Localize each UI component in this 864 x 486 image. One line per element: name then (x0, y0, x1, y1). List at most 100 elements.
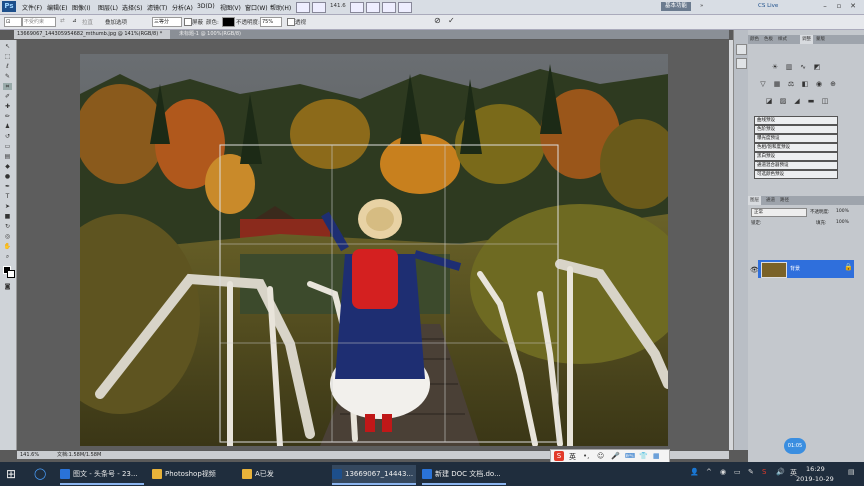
ime-toolbox-icon[interactable]: ▦ (653, 452, 660, 460)
menu-view[interactable]: 视图(V) (220, 3, 241, 12)
zoom-tool-icon[interactable]: ⌕ (3, 253, 12, 260)
healing-tool-icon[interactable]: ✚ (3, 103, 12, 110)
floating-timer-badge[interactable]: 01:05 (784, 438, 806, 454)
blur-tool-icon[interactable]: ◆ (3, 163, 12, 170)
ime-keyboard-icon[interactable]: ⌨ (625, 452, 635, 460)
straighten-label[interactable]: 拉直 (82, 18, 93, 26)
fill-value[interactable]: 100% (836, 220, 849, 225)
3d-rotate-tool-icon[interactable]: ↻ (3, 223, 12, 230)
path-select-tool-icon[interactable]: ➤ (3, 203, 12, 210)
quick-mask-icon[interactable]: ◙ (3, 283, 12, 290)
tray-sogou-icon[interactable]: S (762, 468, 766, 476)
menu-edit[interactable]: 编辑(E) (47, 3, 67, 12)
gradient-tool-icon[interactable]: ▤ (3, 153, 12, 160)
ratio-select[interactable]: 不受约束 (22, 17, 56, 27)
bridge-icon[interactable] (296, 2, 310, 13)
straighten-icon[interactable]: ⊿ (72, 18, 77, 24)
tab-paths[interactable]: 路径 (778, 196, 791, 205)
shield-checkbox[interactable] (184, 18, 192, 26)
invert-icon[interactable]: ◪ (764, 97, 774, 106)
cs-live-label[interactable]: CS Live (758, 3, 778, 9)
menu-filter[interactable]: 滤镜(T) (147, 3, 167, 12)
hand-tool-icon[interactable]: ✋ (3, 243, 12, 250)
preset-hue-sat[interactable]: 色相/饱和度预设 (754, 143, 838, 152)
menu-select[interactable]: 选择(S) (122, 3, 143, 12)
notification-icon[interactable]: ▤ (848, 468, 855, 476)
quick-select-tool-icon[interactable]: ✎ (3, 73, 12, 80)
color-balance-icon[interactable]: ⚖ (786, 80, 796, 89)
brightness-icon[interactable]: ☀ (770, 63, 780, 72)
posterize-icon[interactable]: ▨ (778, 97, 788, 106)
swap-icon[interactable]: ⇄ (60, 18, 65, 24)
sogou-logo-icon[interactable]: S (554, 451, 564, 461)
taskbar-item-photoshop[interactable]: 13669067_14443... (332, 465, 416, 485)
eyedropper-tool-icon[interactable]: ✐ (3, 93, 12, 100)
exposure-icon[interactable]: ◩ (812, 63, 822, 72)
perspective-checkbox[interactable] (287, 18, 295, 26)
taskbar-item-folder-ps[interactable]: Photoshop视频 (152, 465, 232, 483)
preset-curves[interactable]: 曲线预设 (754, 116, 838, 125)
preset-levels[interactable]: 色阶预设 (754, 125, 838, 134)
menu-window[interactable]: 窗口(W) (245, 3, 268, 12)
shield-color-swatch[interactable] (222, 17, 235, 27)
eraser-tool-icon[interactable]: ▭ (3, 143, 12, 150)
pen-tool-icon[interactable]: ✒ (3, 183, 12, 190)
tab-styles[interactable]: 样式 (776, 35, 789, 44)
photo-filter-icon[interactable]: ◉ (814, 80, 824, 89)
marquee-tool-icon[interactable]: ⬚ (3, 53, 12, 60)
channel-mixer-icon[interactable]: ⊕ (828, 80, 838, 89)
preset-black-white[interactable]: 黑白预设 (754, 152, 838, 161)
layer-opacity-value[interactable]: 100% (836, 209, 849, 214)
ime-emoji-icon[interactable]: ☺ (597, 452, 604, 460)
tab-swatches[interactable]: 色板 (762, 35, 775, 44)
menu-image[interactable]: 图像(I) (72, 3, 90, 12)
selective-color-icon[interactable]: ◫ (820, 97, 830, 106)
levels-icon[interactable]: ▥ (784, 63, 794, 72)
menu-help[interactable]: 帮助(H) (270, 3, 291, 12)
tray-people-icon[interactable]: 👤 (690, 468, 699, 476)
status-zoom[interactable]: 141.6% (20, 451, 39, 459)
taskbar-item-word[interactable]: 新建 DOC 文档.do... (422, 465, 506, 485)
gradient-map-icon[interactable]: ▬ (806, 97, 816, 106)
shape-tool-icon[interactable]: ■ (3, 213, 12, 220)
background-color-swatch[interactable] (7, 270, 15, 278)
type-tool-icon[interactable]: T (3, 193, 12, 200)
menu-analysis[interactable]: 分析(A) (172, 3, 193, 12)
stamp-tool-icon[interactable]: ♟ (3, 123, 12, 130)
tab-document-1[interactable]: 13669067_1443059546​82_mthumb.jpg @ 141%… (14, 30, 170, 39)
clock-date[interactable]: 2019-10-29 (796, 475, 834, 483)
opacity-input[interactable]: 75% (260, 17, 282, 27)
overlay-select[interactable]: 三等分 (152, 17, 182, 27)
cortana-search-icon[interactable]: ◯ (34, 465, 46, 483)
tray-volume-icon[interactable]: 🔊 (776, 468, 785, 476)
history-panel-icon[interactable] (736, 44, 747, 55)
vibrance-icon[interactable]: ▽ (758, 80, 768, 89)
tab-masks[interactable]: 蒙版 (814, 35, 827, 44)
hue-sat-icon[interactable]: ▦ (772, 80, 782, 89)
blend-mode-select[interactable]: 正常 (751, 208, 807, 217)
tab-channels[interactable]: 通道 (764, 196, 777, 205)
close-icon[interactable]: ✕ (848, 2, 858, 11)
tray-tool-icon[interactable]: ✎ (748, 468, 754, 476)
move-tool-icon[interactable]: ↖ (3, 43, 12, 50)
tray-chevron-icon[interactable]: ^ (706, 468, 712, 476)
tab-document-2[interactable]: 未标题-1 @ 100%(RGB/8) (176, 30, 252, 39)
start-windows-icon[interactable]: ⊞ (6, 465, 16, 483)
preset-exposure[interactable]: 曝光度预设 (754, 134, 838, 143)
tab-adjustments[interactable]: 调整 (800, 35, 813, 44)
workspace-button[interactable]: 基本功能 (661, 2, 691, 11)
tray-app-icon[interactable]: ◉ (720, 468, 726, 476)
tab-layers[interactable]: 图层 (748, 196, 761, 205)
layer-row[interactable]: 背景 🔒 (758, 260, 854, 278)
brush-tool-icon[interactable]: ✏ (3, 113, 12, 120)
history-brush-tool-icon[interactable]: ↺ (3, 133, 12, 140)
lasso-tool-icon[interactable]: ℓ (3, 63, 12, 70)
workspace-chevron-icon[interactable]: » (700, 3, 703, 9)
tab-color[interactable]: 颜色 (748, 35, 761, 44)
preset-selective-color[interactable]: 可选颜色预设 (754, 170, 838, 179)
3d-camera-tool-icon[interactable]: ◎ (3, 233, 12, 240)
hand-icon[interactable] (350, 2, 364, 13)
arrange-icon[interactable] (398, 2, 412, 13)
black-white-icon[interactable]: ◧ (800, 80, 810, 89)
taskbar-item-browser[interactable]: 图文 - 头条号 - 23... (60, 465, 144, 485)
